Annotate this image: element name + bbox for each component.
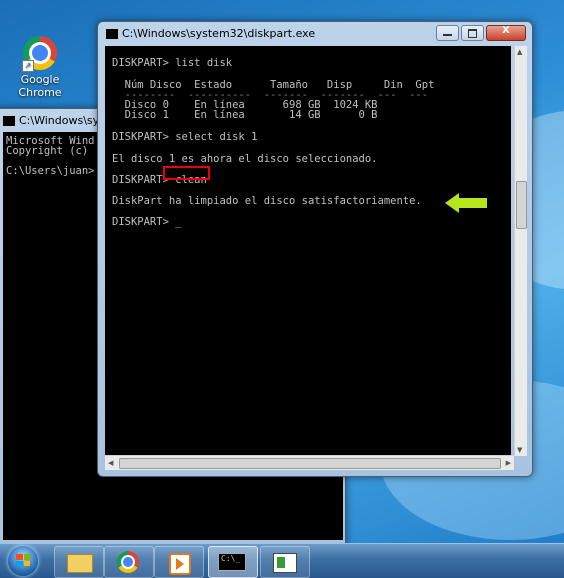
taskbar-chrome[interactable]: [104, 546, 154, 578]
horizontal-scrollbar[interactable]: ◀ ▶: [105, 455, 514, 470]
scroll-down-icon[interactable]: ▼: [517, 446, 522, 454]
maximize-icon: [468, 29, 477, 38]
console-line: Copyright (c): [6, 145, 89, 157]
vertical-scrollbar[interactable]: ▲ ▼: [514, 46, 527, 456]
desktop-icon-label: Google Chrome: [18, 73, 62, 99]
scroll-left-icon[interactable]: ◀: [108, 459, 113, 467]
taskbar: C:\_: [0, 543, 564, 578]
console-line: DISKPART> _: [112, 216, 182, 228]
start-button[interactable]: [4, 544, 42, 578]
console-line: DiskPart ha limpiado el disco satisfacto…: [112, 195, 422, 207]
console-line: DISKPART> list disk: [112, 57, 233, 69]
taskbar-cmd[interactable]: C:\_: [208, 546, 258, 578]
scrollbar-thumb[interactable]: [119, 458, 501, 469]
console-line: C:\Users\juan>: [6, 165, 95, 177]
console-area[interactable]: DISKPART> list disk Núm Disco Estado Tam…: [105, 46, 511, 460]
maximize-button[interactable]: [461, 25, 484, 41]
desktop-app-icon: [273, 553, 297, 573]
taskbar-media-player[interactable]: [154, 546, 204, 578]
folder-icon: [67, 554, 93, 573]
taskbar-explorer[interactable]: [54, 546, 104, 578]
taskbar-desktop-app[interactable]: [260, 546, 310, 578]
shortcut-arrow-icon: ↗: [22, 60, 34, 72]
cmd-icon: [2, 115, 16, 127]
scroll-up-icon[interactable]: ▲: [517, 48, 522, 56]
media-player-icon: [169, 553, 191, 575]
window-title: C:\Windows\system32\diskpart.exe: [122, 27, 316, 40]
desktop-icon-google-chrome[interactable]: ↗ Google Chrome: [2, 36, 78, 99]
close-icon: X: [502, 25, 510, 36]
window-titlebar[interactable]: C:\Windows\system32\diskpart.exe X: [98, 22, 532, 46]
cmd-icon: C:\_: [218, 553, 246, 571]
scroll-right-icon[interactable]: ▶: [506, 459, 511, 467]
console-line: DISKPART> select disk 1: [112, 131, 258, 143]
cmd-icon: [105, 28, 119, 40]
scrollbar-thumb[interactable]: [516, 181, 527, 229]
console-line: Disco 1 En línea 14 GB 0 B: [112, 109, 378, 121]
minimize-icon: [443, 34, 452, 36]
diskpart-window[interactable]: C:\Windows\system32\diskpart.exe X DISKP…: [97, 21, 533, 477]
highlight-box: [163, 166, 210, 180]
green-arrow-icon: [445, 193, 487, 213]
windows-logo-icon: [16, 554, 30, 566]
close-button[interactable]: X: [486, 25, 526, 41]
console-line: El disco 1 es ahora el disco seleccionad…: [112, 153, 378, 165]
minimize-button[interactable]: [436, 25, 459, 41]
chrome-icon: [117, 551, 139, 573]
